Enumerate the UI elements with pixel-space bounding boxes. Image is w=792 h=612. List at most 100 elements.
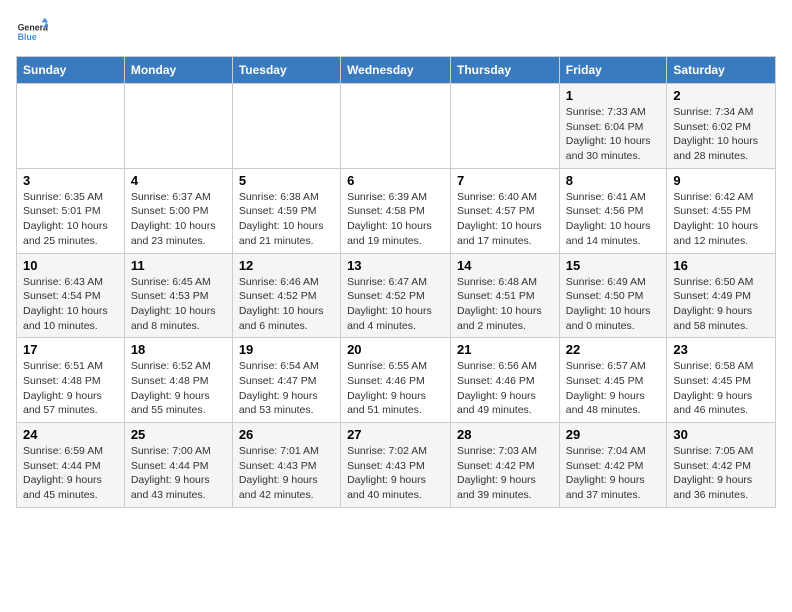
calendar-cell: 11 Sunrise: 6:45 AM Sunset: 4:53 PM Dayli… <box>124 253 232 338</box>
day-number: 9 <box>673 173 769 188</box>
day-info: Sunrise: 7:34 AM Sunset: 6:02 PM Dayligh… <box>673 105 769 164</box>
calendar-cell: 20 Sunrise: 6:55 AM Sunset: 4:46 PM Dayli… <box>341 338 451 423</box>
calendar-cell: 1 Sunrise: 7:33 AM Sunset: 6:04 PM Daylig… <box>559 84 667 169</box>
calendar-cell <box>451 84 560 169</box>
day-number: 5 <box>239 173 334 188</box>
calendar-cell: 4 Sunrise: 6:37 AM Sunset: 5:00 PM Daylig… <box>124 168 232 253</box>
day-number: 28 <box>457 427 553 442</box>
svg-text:General: General <box>18 22 48 32</box>
day-number: 6 <box>347 173 444 188</box>
day-info: Sunrise: 7:04 AM Sunset: 4:42 PM Dayligh… <box>566 444 661 503</box>
day-info: Sunrise: 6:45 AM Sunset: 4:53 PM Dayligh… <box>131 275 226 334</box>
calendar-cell: 28 Sunrise: 7:03 AM Sunset: 4:42 PM Dayli… <box>451 423 560 508</box>
day-number: 20 <box>347 342 444 357</box>
calendar-cell <box>124 84 232 169</box>
calendar-cell: 18 Sunrise: 6:52 AM Sunset: 4:48 PM Dayli… <box>124 338 232 423</box>
day-info: Sunrise: 6:50 AM Sunset: 4:49 PM Dayligh… <box>673 275 769 334</box>
calendar-cell <box>232 84 340 169</box>
day-number: 18 <box>131 342 226 357</box>
weekday-header-monday: Monday <box>124 57 232 84</box>
calendar-cell: 8 Sunrise: 6:41 AM Sunset: 4:56 PM Daylig… <box>559 168 667 253</box>
calendar-cell: 5 Sunrise: 6:38 AM Sunset: 4:59 PM Daylig… <box>232 168 340 253</box>
calendar-cell: 17 Sunrise: 6:51 AM Sunset: 4:48 PM Dayli… <box>17 338 125 423</box>
calendar-cell: 25 Sunrise: 7:00 AM Sunset: 4:44 PM Dayli… <box>124 423 232 508</box>
day-number: 4 <box>131 173 226 188</box>
day-number: 24 <box>23 427 118 442</box>
calendar-cell: 30 Sunrise: 7:05 AM Sunset: 4:42 PM Dayli… <box>667 423 776 508</box>
day-number: 22 <box>566 342 661 357</box>
calendar-cell: 6Sunrise: 6:39 AM Sunset: 4:58 PM Daylig… <box>341 168 451 253</box>
calendar-cell: 14 Sunrise: 6:48 AM Sunset: 4:51 PM Dayli… <box>451 253 560 338</box>
calendar-cell: 2 Sunrise: 7:34 AM Sunset: 6:02 PM Daylig… <box>667 84 776 169</box>
day-info: Sunrise: 6:59 AM Sunset: 4:44 PM Dayligh… <box>23 444 118 503</box>
day-number: 14 <box>457 258 553 273</box>
day-info: Sunrise: 6:49 AM Sunset: 4:50 PM Dayligh… <box>566 275 661 334</box>
day-number: 25 <box>131 427 226 442</box>
weekday-header-wednesday: Wednesday <box>341 57 451 84</box>
calendar-cell: 9 Sunrise: 6:42 AM Sunset: 4:55 PM Daylig… <box>667 168 776 253</box>
day-info: Sunrise: 6:56 AM Sunset: 4:46 PM Dayligh… <box>457 359 553 418</box>
day-number: 8 <box>566 173 661 188</box>
calendar-cell: 13 Sunrise: 6:47 AM Sunset: 4:52 PM Dayli… <box>341 253 451 338</box>
logo-icon: General Blue <box>16 16 48 48</box>
day-number: 27 <box>347 427 444 442</box>
day-number: 10 <box>23 258 118 273</box>
day-number: 29 <box>566 427 661 442</box>
day-info: Sunrise: 6:52 AM Sunset: 4:48 PM Dayligh… <box>131 359 226 418</box>
calendar-cell: 21 Sunrise: 6:56 AM Sunset: 4:46 PM Dayli… <box>451 338 560 423</box>
day-info: Sunrise: 6:54 AM Sunset: 4:47 PM Dayligh… <box>239 359 334 418</box>
day-number: 30 <box>673 427 769 442</box>
day-info: Sunrise: 7:00 AM Sunset: 4:44 PM Dayligh… <box>131 444 226 503</box>
weekday-header-saturday: Saturday <box>667 57 776 84</box>
calendar-cell: 26 Sunrise: 7:01 AM Sunset: 4:43 PM Dayli… <box>232 423 340 508</box>
calendar-table: SundayMondayTuesdayWednesdayThursdayFrid… <box>16 56 776 508</box>
logo: General Blue <box>16 16 52 48</box>
day-number: 7 <box>457 173 553 188</box>
weekday-header-tuesday: Tuesday <box>232 57 340 84</box>
day-info: Sunrise: 6:38 AM Sunset: 4:59 PM Dayligh… <box>239 190 334 249</box>
calendar-cell: 10 Sunrise: 6:43 AM Sunset: 4:54 PM Dayli… <box>17 253 125 338</box>
day-info: Sunrise: 7:05 AM Sunset: 4:42 PM Dayligh… <box>673 444 769 503</box>
day-info: Sunrise: 7:01 AM Sunset: 4:43 PM Dayligh… <box>239 444 334 503</box>
day-info: Sunrise: 7:03 AM Sunset: 4:42 PM Dayligh… <box>457 444 553 503</box>
day-number: 1 <box>566 88 661 103</box>
day-number: 26 <box>239 427 334 442</box>
weekday-header-thursday: Thursday <box>451 57 560 84</box>
day-info: Sunrise: 6:46 AM Sunset: 4:52 PM Dayligh… <box>239 275 334 334</box>
calendar-cell <box>17 84 125 169</box>
calendar-cell: 29 Sunrise: 7:04 AM Sunset: 4:42 PM Dayli… <box>559 423 667 508</box>
day-info: Sunrise: 6:48 AM Sunset: 4:51 PM Dayligh… <box>457 275 553 334</box>
day-number: 23 <box>673 342 769 357</box>
day-number: 2 <box>673 88 769 103</box>
day-info: Sunrise: 6:37 AM Sunset: 5:00 PM Dayligh… <box>131 190 226 249</box>
day-info: Sunrise: 6:41 AM Sunset: 4:56 PM Dayligh… <box>566 190 661 249</box>
page-header: General Blue <box>16 16 776 48</box>
day-info: Sunrise: 7:33 AM Sunset: 6:04 PM Dayligh… <box>566 105 661 164</box>
day-number: 3 <box>23 173 118 188</box>
day-number: 19 <box>239 342 334 357</box>
day-number: 16 <box>673 258 769 273</box>
weekday-header-friday: Friday <box>559 57 667 84</box>
day-number: 21 <box>457 342 553 357</box>
day-number: 11 <box>131 258 226 273</box>
calendar-cell: 27 Sunrise: 7:02 AM Sunset: 4:43 PM Dayli… <box>341 423 451 508</box>
day-number: 13 <box>347 258 444 273</box>
calendar-cell: 15 Sunrise: 6:49 AM Sunset: 4:50 PM Dayli… <box>559 253 667 338</box>
day-info: Sunrise: 6:55 AM Sunset: 4:46 PM Dayligh… <box>347 359 444 418</box>
calendar-cell: 12Sunrise: 6:46 AM Sunset: 4:52 PM Dayli… <box>232 253 340 338</box>
svg-text:Blue: Blue <box>18 32 37 42</box>
day-info: Sunrise: 6:43 AM Sunset: 4:54 PM Dayligh… <box>23 275 118 334</box>
day-info: Sunrise: 6:58 AM Sunset: 4:45 PM Dayligh… <box>673 359 769 418</box>
day-info: Sunrise: 6:57 AM Sunset: 4:45 PM Dayligh… <box>566 359 661 418</box>
day-info: Sunrise: 6:47 AM Sunset: 4:52 PM Dayligh… <box>347 275 444 334</box>
calendar-cell: 3Sunrise: 6:35 AM Sunset: 5:01 PM Daylig… <box>17 168 125 253</box>
day-number: 17 <box>23 342 118 357</box>
day-info: Sunrise: 6:42 AM Sunset: 4:55 PM Dayligh… <box>673 190 769 249</box>
weekday-header-sunday: Sunday <box>17 57 125 84</box>
calendar-cell: 24 Sunrise: 6:59 AM Sunset: 4:44 PM Dayli… <box>17 423 125 508</box>
day-info: Sunrise: 7:02 AM Sunset: 4:43 PM Dayligh… <box>347 444 444 503</box>
calendar-cell: 23 Sunrise: 6:58 AM Sunset: 4:45 PM Dayli… <box>667 338 776 423</box>
day-number: 15 <box>566 258 661 273</box>
calendar-cell: 7Sunrise: 6:40 AM Sunset: 4:57 PM Daylig… <box>451 168 560 253</box>
day-info: Sunrise: 6:51 AM Sunset: 4:48 PM Dayligh… <box>23 359 118 418</box>
